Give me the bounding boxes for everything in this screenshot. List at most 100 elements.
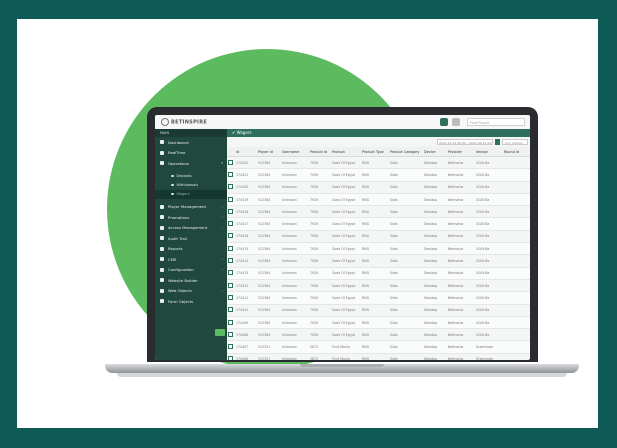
- menu-icon[interactable]: [452, 118, 460, 126]
- table-row[interactable]: 174416 512384 Unknown 7926 Gods Of Egypt RNG S…: [227, 230, 530, 244]
- sidebar-subitem-withdrawals[interactable]: Withdrawals: [155, 181, 227, 190]
- sidebar-item-promotions[interactable]: Promotions ›: [155, 212, 227, 223]
- sidebar-item-website-builder[interactable]: Website Builder: [155, 275, 227, 286]
- checkbox-icon[interactable]: [228, 245, 233, 251]
- column-header[interactable]: Product Id: [309, 147, 331, 157]
- table-row[interactable]: 174422 512384 Unknown 7926 Gods Of Egypt RNG S…: [227, 156, 530, 170]
- sidebar-item-web-objects[interactable]: Web Objects ›: [155, 286, 227, 297]
- checkbox-icon[interactable]: [228, 319, 233, 325]
- table-row[interactable]: 174406 512321 Unknown 5872 Fruit Mania RNG Slo…: [227, 353, 530, 360]
- checkbox-icon[interactable]: [228, 344, 233, 350]
- table-cell: Unknown: [281, 230, 309, 244]
- date-range-input[interactable]: 2021-01-12 00:00 - 2021-04-12 00:00: [437, 139, 493, 145]
- calendar-icon[interactable]: [495, 139, 500, 145]
- table-row[interactable]: 174415 512384 Unknown 7926 Gods Of Egypt RNG S…: [227, 242, 530, 256]
- table-row[interactable]: 174411 512384 Unknown 7926 Gods Of Egypt RNG S…: [227, 291, 530, 305]
- table-row[interactable]: 174407 512321 Unknown 5872 Fruit Mania RNG Slo…: [227, 340, 530, 354]
- row-checkbox[interactable]: [227, 254, 235, 268]
- player-icon[interactable]: [440, 118, 448, 126]
- column-header[interactable]: Provider: [447, 147, 475, 157]
- collapse-sidebar-icon[interactable]: [215, 329, 225, 336]
- sidebar-item-operations[interactable]: Operations ▾: [155, 158, 227, 169]
- row-checkbox[interactable]: [227, 193, 235, 207]
- table-cell: 7926: [309, 205, 331, 219]
- row-checkbox[interactable]: [227, 353, 235, 360]
- checkbox-icon[interactable]: [228, 258, 233, 264]
- player-search-input[interactable]: Find Player: [467, 118, 525, 126]
- checkbox-icon[interactable]: [228, 307, 233, 313]
- table-cell: Slots: [389, 340, 423, 354]
- checkbox-icon[interactable]: [228, 221, 233, 227]
- sidebar-item-access-management[interactable]: Access Management ›: [155, 223, 227, 234]
- row-checkbox[interactable]: [227, 328, 235, 342]
- checkbox-icon[interactable]: [228, 294, 233, 300]
- column-header[interactable]: Round Id: [503, 147, 530, 157]
- table-row[interactable]: 174410 512384 Unknown 7926 Gods Of Egypt RNG S…: [227, 304, 530, 317]
- sidebar-item-player-management[interactable]: Player Management ›: [155, 202, 227, 213]
- sidebar-item-audit-trail[interactable]: Audit Trail: [155, 233, 227, 244]
- row-checkbox[interactable]: [227, 340, 235, 354]
- table-cell: 174421: [235, 168, 257, 182]
- row-checkbox[interactable]: [227, 156, 235, 170]
- column-options-select[interactable]: Col. options: [502, 139, 528, 145]
- table-row[interactable]: 174421 512384 Unknown 7926 Gods Of Egypt RNG S…: [227, 168, 530, 182]
- sidebar-item-configuration[interactable]: Configuration ›: [155, 265, 227, 276]
- row-checkbox[interactable]: [227, 168, 235, 182]
- table-row[interactable]: 174414 512384 Unknown 7926 Gods Of Egypt RNG S…: [227, 254, 530, 268]
- row-checkbox[interactable]: [227, 217, 235, 231]
- table-cell: 174409: [235, 316, 257, 330]
- checkbox-icon[interactable]: [228, 171, 233, 177]
- table-cell: Slots: [389, 168, 423, 182]
- table-row[interactable]: 174409 512384 Unknown 7926 Gods Of Egypt RNG S…: [227, 316, 530, 330]
- row-checkbox[interactable]: [227, 205, 235, 219]
- checkbox-icon[interactable]: [228, 356, 233, 360]
- row-checkbox[interactable]: [227, 316, 235, 330]
- column-header[interactable]: Id: [235, 147, 257, 157]
- sidebar-item-form-objects[interactable]: Form Objects: [155, 296, 227, 307]
- table-cell: Fruit Mania: [331, 340, 361, 354]
- row-checkbox[interactable]: [227, 267, 235, 280]
- table-cell: [503, 242, 530, 256]
- checkbox-icon[interactable]: [228, 233, 233, 239]
- column-header[interactable]: Product Category: [389, 147, 423, 157]
- table-cell: GGGrilla: [475, 291, 503, 305]
- sidebar-item-cms[interactable]: CMS ›: [155, 254, 227, 265]
- column-header[interactable]: Product: [331, 147, 361, 157]
- table-cell: Desktop: [423, 267, 447, 280]
- column-header[interactable]: Username: [281, 147, 309, 157]
- column-header[interactable]: Player Id: [257, 147, 281, 157]
- laptop-screen: BETINSPIRE Find Player MAIN Dashboard Re…: [155, 115, 530, 360]
- table-cell: RNG: [361, 328, 389, 342]
- row-checkbox[interactable]: [227, 291, 235, 305]
- sidebar-subitem-wagers[interactable]: Wagers: [155, 189, 227, 199]
- table-row[interactable]: 174419 512384 Unknown 7926 Gods Of Egypt RNG S…: [227, 193, 530, 207]
- checkbox-icon[interactable]: [228, 196, 233, 202]
- table-row[interactable]: 174412 512384 Unknown 7926 Gods Of Egypt RNG S…: [227, 279, 530, 293]
- row-checkbox[interactable]: [227, 230, 235, 244]
- app-logo[interactable]: BETINSPIRE: [161, 118, 207, 126]
- table-row[interactable]: 174417 512384 Unknown 7926 Gods Of Egypt RNG S…: [227, 217, 530, 231]
- checkbox-icon[interactable]: [228, 282, 233, 288]
- table-row[interactable]: 174413 512384 Unknown 7926 Gods Of Egypt RNG S…: [227, 267, 530, 280]
- row-checkbox[interactable]: [227, 242, 235, 256]
- checkbox-icon[interactable]: [228, 208, 233, 214]
- checkbox-icon[interactable]: [228, 159, 233, 165]
- row-checkbox[interactable]: [227, 304, 235, 317]
- table-cell: Desktop: [423, 156, 447, 170]
- sidebar-item-realtime[interactable]: RealTime: [155, 148, 227, 159]
- table-row[interactable]: 174418 512384 Unknown 7926 Gods Of Egypt RNG S…: [227, 205, 530, 219]
- table-row[interactable]: 174420 512384 Unknown 7926 Gods Of Egypt RNG S…: [227, 181, 530, 194]
- column-header[interactable]: Vendor: [475, 147, 503, 157]
- sidebar-subitem-deposits[interactable]: Deposits: [155, 172, 227, 181]
- row-checkbox[interactable]: [227, 181, 235, 194]
- row-checkbox[interactable]: [227, 279, 235, 293]
- column-header[interactable]: Product Type: [361, 147, 389, 157]
- sidebar-item-dashboard[interactable]: Dashboard: [155, 137, 227, 148]
- key-icon: [160, 225, 164, 230]
- checkbox-icon[interactable]: [228, 184, 233, 190]
- checkbox-icon[interactable]: [228, 331, 233, 337]
- table-row[interactable]: 174408 512384 Unknown 7926 Gods Of Egypt RNG S…: [227, 328, 530, 342]
- checkbox-icon[interactable]: [228, 270, 233, 276]
- column-header[interactable]: Device: [423, 147, 447, 157]
- sidebar-item-reports[interactable]: Reports: [155, 244, 227, 255]
